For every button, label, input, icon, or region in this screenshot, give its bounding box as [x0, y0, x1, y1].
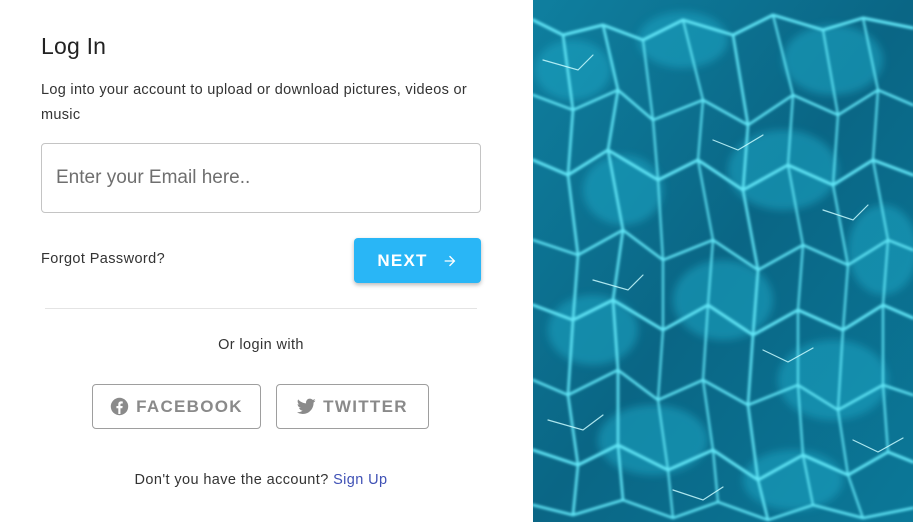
facebook-icon	[110, 397, 129, 416]
divider	[45, 308, 477, 309]
no-account-text: Don't you have the account?	[134, 472, 329, 488]
twitter-button-label: TWITTER	[323, 396, 408, 416]
twitter-login-button[interactable]: TWITTER	[276, 384, 429, 429]
twitter-icon	[297, 398, 316, 415]
forgot-password-link[interactable]: Forgot Password?	[41, 251, 165, 267]
email-field[interactable]	[41, 143, 481, 213]
login-form-panel: Log In Log into your account to upload o…	[0, 0, 533, 522]
signup-prompt: Don't you have the account? Sign Up	[41, 472, 481, 488]
signup-link[interactable]: Sign Up	[333, 472, 387, 488]
next-button[interactable]: NEXT	[354, 238, 481, 283]
arrow-right-icon	[442, 253, 458, 269]
next-button-label: NEXT	[377, 250, 428, 270]
login-page: Log In Log into your account to upload o…	[0, 0, 913, 522]
or-login-with-label: Or login with	[218, 337, 304, 353]
page-subtitle: Log into your account to upload or downl…	[41, 82, 467, 123]
page-title: Log In	[41, 33, 107, 59]
water-background-image	[533, 0, 913, 522]
facebook-login-button[interactable]: FACEBOOK	[92, 384, 261, 429]
facebook-button-label: FACEBOOK	[136, 396, 243, 416]
